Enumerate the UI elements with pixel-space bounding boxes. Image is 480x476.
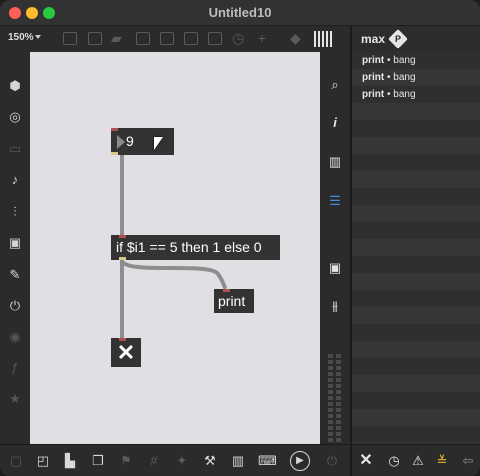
title-bar: Untitled10 <box>0 0 480 26</box>
debug-icon[interactable]: ⚑ <box>118 453 134 469</box>
cable-if-to-print <box>121 260 228 291</box>
add-object-icon[interactable]: + <box>258 30 266 46</box>
console-pin-badge[interactable]: P <box>388 29 408 49</box>
slider-object-icon[interactable] <box>208 32 222 45</box>
wrench-icon[interactable]: ⚒ <box>202 453 218 469</box>
bottom-toolbar: ▢ ◰ ▙ ❐ ⚑ # ✦ ⚒ ▥ ⌨ ▶ ⏻ <box>0 444 350 476</box>
console-title: max <box>361 32 386 46</box>
if-object-text: if $i1 == 5 then 1 else 0 <box>116 239 262 255</box>
search-icon[interactable]: ⌕ <box>327 77 343 93</box>
comment-bubble-icon[interactable]: ▙ <box>62 453 78 469</box>
play-icon[interactable]: ▶ <box>290 451 310 471</box>
filter-levels-icon[interactable]: ≚ <box>434 453 450 469</box>
if-object[interactable]: if $i1 == 5 then 1 else 0 <box>111 235 280 260</box>
right-sidebar: ⌕ i ▥ ☰ ▣ ⫵ <box>320 52 350 444</box>
dial-object-icon[interactable]: ◷ <box>232 30 244 46</box>
new-object-icon[interactable] <box>63 32 77 45</box>
collapse-sidebar-icon[interactable]: ⇦ <box>460 453 476 469</box>
presentation-icon[interactable]: ◰ <box>35 453 51 469</box>
music-note-icon[interactable]: ♪ <box>7 172 23 188</box>
zoom-level[interactable]: 150% <box>8 32 34 43</box>
inspector-icon[interactable]: i <box>327 115 343 131</box>
wand-icon[interactable]: ✦ <box>174 453 190 469</box>
console-message[interactable]: print • bang <box>362 72 416 83</box>
power-icon[interactable]: ⏻ <box>324 453 340 469</box>
piano-icon[interactable]: ▥ <box>230 453 246 469</box>
print-object-text: print <box>218 293 246 309</box>
target-icon[interactable]: ◎ <box>7 109 23 125</box>
new-message-icon[interactable] <box>88 32 102 45</box>
if-inlet[interactable] <box>119 235 126 238</box>
snapshot-icon[interactable]: ▣ <box>327 260 343 276</box>
patcher-toolbar: 150% ▰ ◷ + ◆ <box>0 26 350 52</box>
number-outlet[interactable] <box>111 152 118 155</box>
keyboard-icon[interactable]: ⌨ <box>258 453 277 469</box>
console-message[interactable]: print • bang <box>362 55 416 66</box>
number-box[interactable]: 9 <box>111 128 174 155</box>
package-icon[interactable]: ⬢ <box>7 78 23 94</box>
paint-bucket-icon[interactable]: ◆ <box>290 30 301 46</box>
toggle-inlet[interactable] <box>119 338 126 341</box>
lock-icon[interactable]: ▢ <box>8 453 24 469</box>
sequence-icon[interactable]: ⫶ <box>7 204 23 220</box>
toggle-object-icon[interactable] <box>136 32 150 45</box>
function-icon[interactable]: ƒ <box>7 360 23 376</box>
console-message[interactable]: print • bang <box>362 89 416 100</box>
windows-icon[interactable]: ❐ <box>90 453 106 469</box>
max-patcher-window: Untitled10 150% ▰ ◷ + ◆ ⬢ ◎ ▭ ♪ ⫶ ▣ ✎ ⏻ … <box>0 0 480 476</box>
left-sidebar: ⬢ ◎ ▭ ♪ ⫶ ▣ ✎ ⏻ ◉ ƒ ★ <box>0 52 30 476</box>
number-triangle-icon <box>117 135 125 149</box>
number-object-icon[interactable] <box>184 32 198 45</box>
number-box-value: 9 <box>126 133 134 149</box>
level-meter-left <box>328 354 333 444</box>
star-icon[interactable]: ★ <box>7 391 23 407</box>
level-meter-right <box>336 354 341 444</box>
plug-icon[interactable]: ⏻ <box>7 298 23 314</box>
paperclip-icon[interactable]: ✎ <box>7 267 23 283</box>
warning-icon[interactable]: ⚠ <box>410 453 426 469</box>
patch-canvas[interactable]: 9 if $i1 == 5 then 1 else 0 print ✕ <box>30 52 320 444</box>
vst-icon[interactable]: ◉ <box>7 329 23 345</box>
zoom-dropdown-icon[interactable] <box>35 35 41 39</box>
tape-icon[interactable]: ▭ <box>7 141 23 157</box>
window-title: Untitled10 <box>208 5 272 20</box>
reference-book-icon[interactable]: ▥ <box>327 154 343 170</box>
toggle-object[interactable]: ✕ <box>111 338 141 367</box>
timestamp-icon[interactable]: ◷ <box>386 453 402 469</box>
comment-icon[interactable]: ▰ <box>111 30 122 46</box>
print-inlet[interactable] <box>223 289 230 292</box>
mixer-icon[interactable]: ⫵ <box>327 298 343 314</box>
console-messages[interactable]: print • bang print • bang print • bang <box>352 52 480 444</box>
list-view-icon[interactable]: ☰ <box>327 193 343 209</box>
print-object[interactable]: print <box>214 289 254 313</box>
bang-object-icon[interactable] <box>160 32 174 45</box>
image-icon[interactable]: ▣ <box>7 235 23 251</box>
mouse-cursor-icon <box>154 137 163 150</box>
if-outlet[interactable] <box>119 257 126 260</box>
toggle-x-icon: ✕ <box>116 340 136 365</box>
console-header: max P <box>352 26 480 52</box>
console-footer: ✕ ◷ ⚠ ≚ ⇦ <box>352 444 480 476</box>
clear-console-icon[interactable]: ✕ <box>358 453 374 469</box>
grid-icon[interactable] <box>314 31 332 47</box>
grid-snap-icon[interactable]: # <box>146 453 162 469</box>
max-console: max P print • bang print • bang print • … <box>350 26 480 476</box>
number-inlet[interactable] <box>111 128 118 131</box>
